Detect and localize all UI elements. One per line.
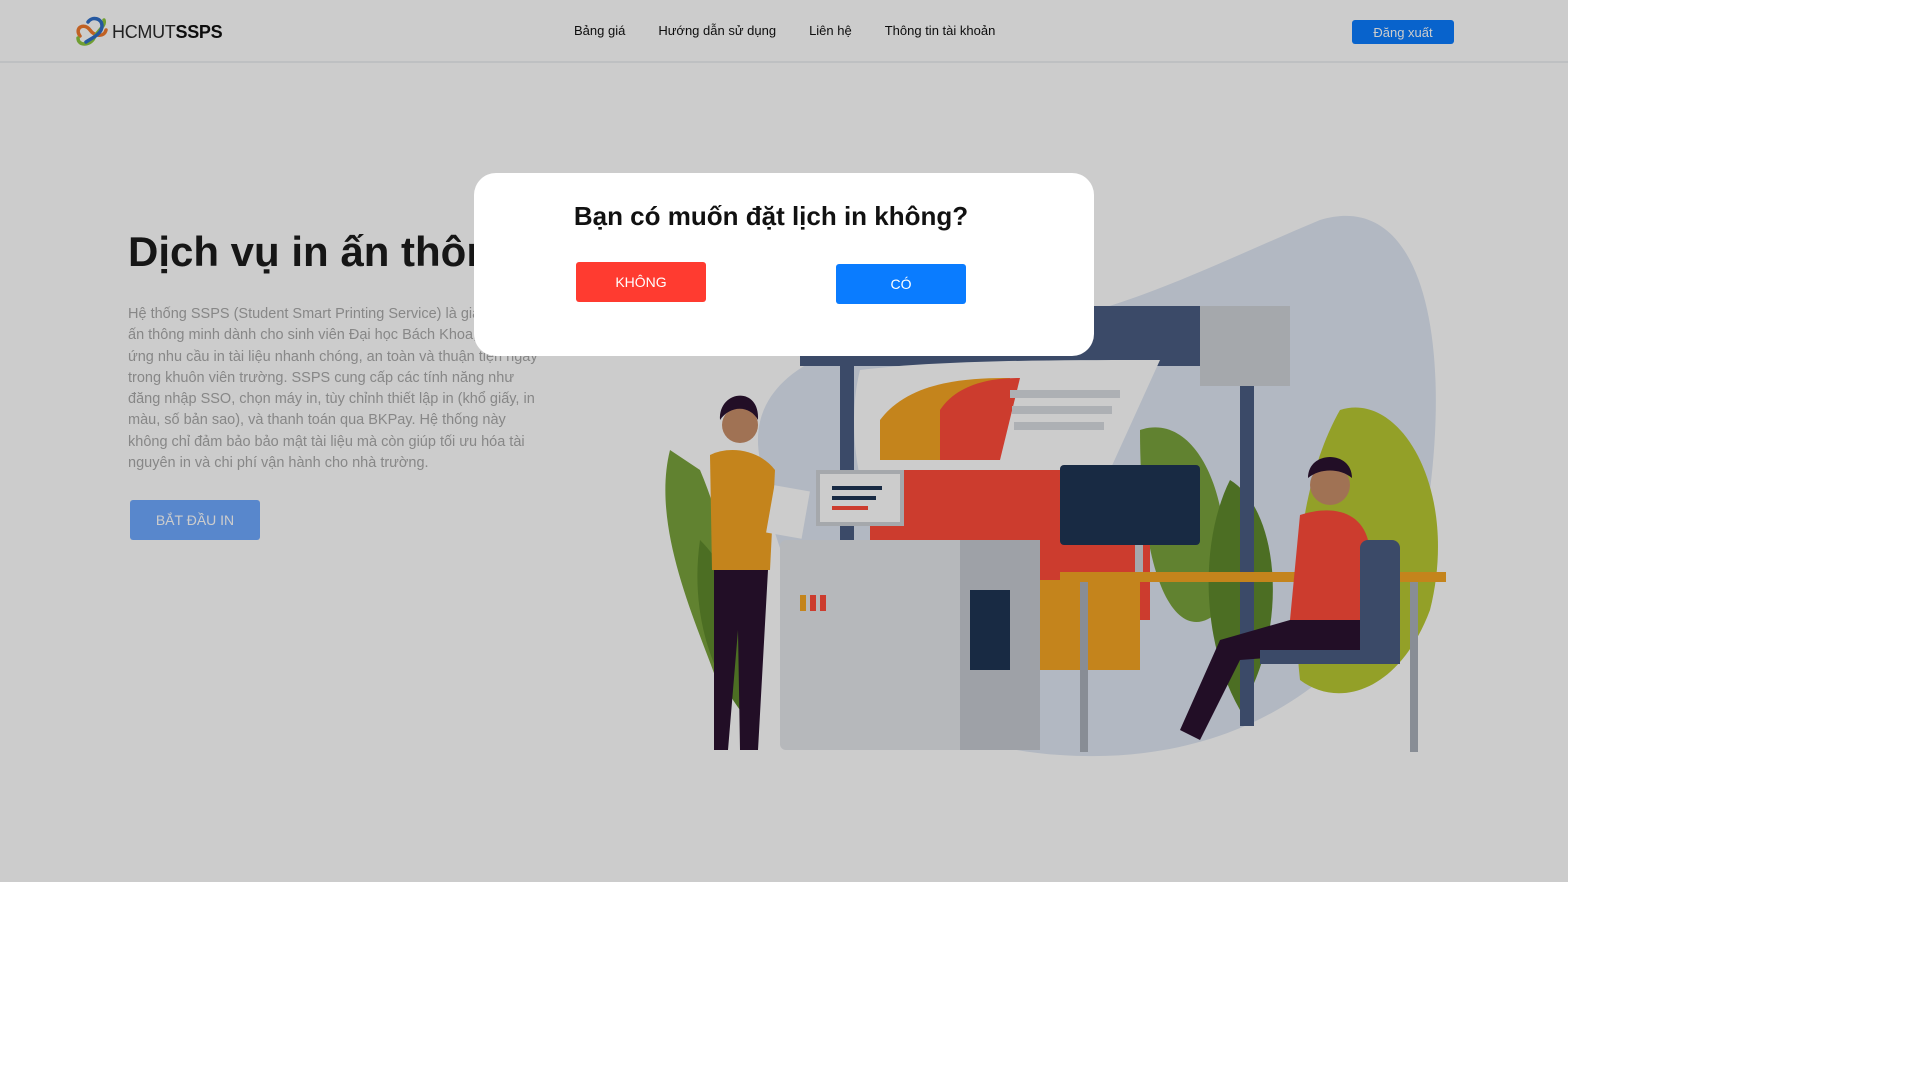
yes-button[interactable]: CÓ	[836, 264, 966, 304]
schedule-print-dialog: Bạn có muốn đặt lịch in không? KHÔNG CÓ	[474, 173, 1094, 356]
dialog-title: Bạn có muốn đặt lịch in không?	[573, 201, 969, 231]
no-button[interactable]: KHÔNG	[576, 262, 706, 302]
modal-backdrop[interactable]	[0, 0, 1568, 882]
